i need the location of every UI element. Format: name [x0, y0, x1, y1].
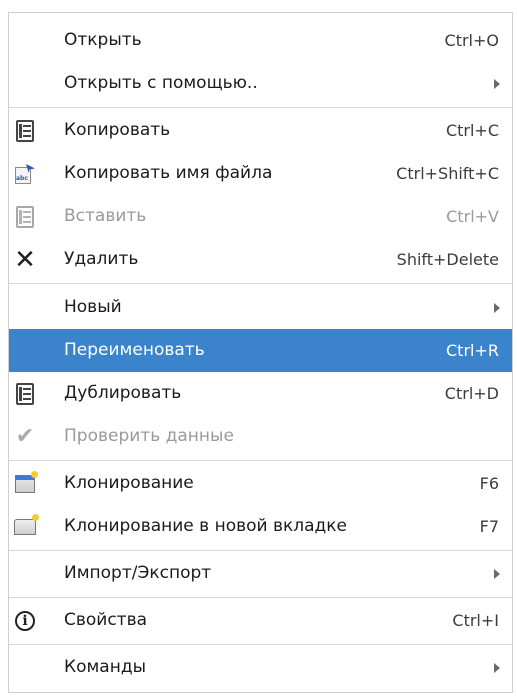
menu-item-label: Свойства: [64, 610, 148, 630]
menu-item-verify-data: ✔ Проверить данные: [9, 415, 512, 458]
context-menu: Открыть Ctrl+O Открыть с помощью.. Копир…: [8, 12, 513, 693]
menu-item-copy-filename[interactable]: abc Копировать имя файла Ctrl+Shift+C: [9, 152, 512, 195]
separator: [9, 550, 512, 551]
delete-icon: ✕: [14, 245, 36, 275]
menu-item-label: Удалить: [64, 249, 139, 269]
info-icon: i: [12, 608, 38, 634]
clone-tab-icon: [12, 514, 39, 540]
menu-item-paste: Вставить Ctrl+V: [9, 195, 512, 238]
shortcut-label: Ctrl+D: [444, 384, 499, 403]
shortcut-label: Ctrl+C: [445, 121, 499, 140]
menu-item-clone-new-tab[interactable]: Клонирование в новой вкладке F7: [9, 505, 512, 548]
menu-item-label: Импорт/Экспорт: [64, 563, 212, 583]
separator: [9, 460, 512, 461]
menu-item-duplicate[interactable]: Дублировать Ctrl+D: [9, 372, 512, 415]
paste-icon: [12, 204, 38, 230]
menu-item-open-with[interactable]: Открыть с помощью..: [9, 62, 512, 105]
shortcut-label: Ctrl+I: [452, 611, 499, 630]
menu-item-label: Вставить: [64, 206, 147, 226]
submenu-arrow-icon: [494, 79, 500, 89]
menu-item-rename[interactable]: Переименовать Ctrl+R: [9, 329, 512, 372]
menu-item-commands[interactable]: Команды: [9, 646, 512, 689]
copy-icon: [12, 118, 38, 144]
menu-item-properties[interactable]: i Свойства Ctrl+I: [9, 599, 512, 642]
menu-item-label: Дублировать: [64, 383, 182, 403]
submenu-arrow-icon: [494, 663, 500, 673]
menu-item-label: Проверить данные: [64, 426, 234, 446]
menu-item-clone[interactable]: Клонирование F6: [9, 462, 512, 505]
duplicate-icon: [12, 381, 38, 407]
menu-item-label: Открыть: [64, 30, 142, 50]
separator: [9, 283, 512, 284]
menu-item-label: Переименовать: [64, 340, 205, 360]
clone-icon: [12, 471, 38, 497]
menu-item-label: Клонирование: [64, 473, 194, 493]
separator: [9, 644, 512, 645]
menu-item-label: Новый: [64, 297, 122, 317]
shortcut-label: F7: [479, 517, 499, 536]
separator: [9, 597, 512, 598]
copy-filename-icon: abc: [12, 161, 38, 187]
shortcut-label: Ctrl+O: [444, 31, 499, 50]
menu-item-label: Команды: [64, 657, 147, 677]
submenu-arrow-icon: [494, 569, 500, 579]
menu-item-label: Клонирование в новой вкладке: [64, 516, 348, 536]
menu-item-open[interactable]: Открыть Ctrl+O: [9, 19, 512, 62]
menu-item-label: Копировать: [64, 120, 171, 140]
menu-item-label: Открыть с помощью..: [64, 73, 258, 93]
shortcut-label: Ctrl+R: [446, 341, 499, 360]
menu-item-new[interactable]: Новый: [9, 286, 512, 329]
menu-item-import-export[interactable]: Импорт/Экспорт: [9, 552, 512, 595]
menu-item-copy[interactable]: Копировать Ctrl+C: [9, 109, 512, 152]
submenu-arrow-icon: [494, 303, 500, 313]
check-icon: ✔: [15, 424, 35, 449]
shortcut-label: Shift+Delete: [396, 250, 499, 269]
separator: [9, 107, 512, 108]
menu-item-delete[interactable]: ✕ Удалить Shift+Delete: [9, 238, 512, 281]
shortcut-label: F6: [479, 474, 499, 493]
menu-item-label: Копировать имя файла: [64, 163, 273, 183]
shortcut-label: Ctrl+Shift+C: [396, 164, 499, 183]
screen: Открыть Ctrl+O Открыть с помощью.. Копир…: [0, 0, 517, 697]
shortcut-label: Ctrl+V: [446, 207, 499, 226]
